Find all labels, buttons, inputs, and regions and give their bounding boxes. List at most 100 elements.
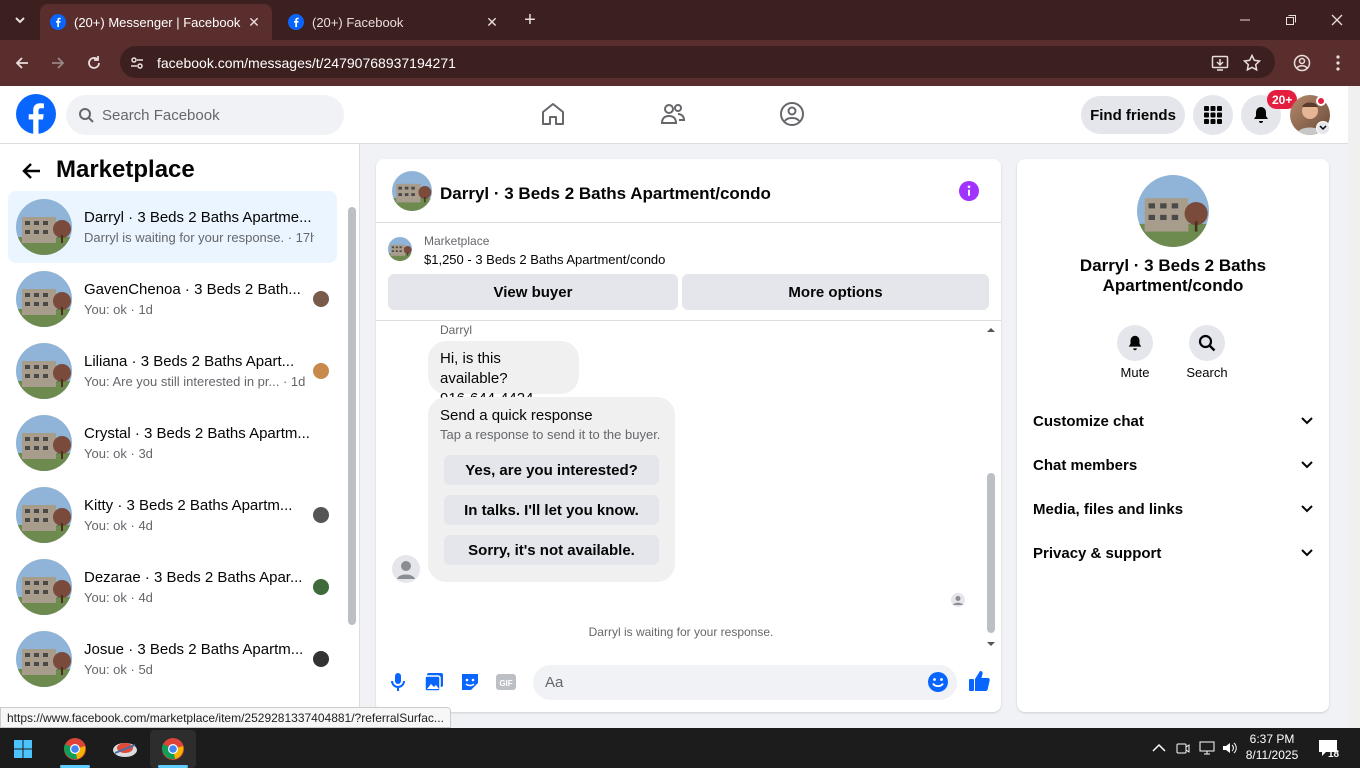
conversation-name: Kitty · 3 Beds 2 Baths Apartm...	[84, 497, 293, 514]
chat-scrollbar[interactable]	[986, 325, 996, 649]
quick-reply-not-available-button[interactable]: Sorry, it's not available.	[444, 535, 659, 565]
taskbar-app-icon[interactable]	[102, 730, 148, 768]
account-chevron-down-icon[interactable]	[1316, 121, 1330, 135]
taskbar-chrome-icon[interactable]	[52, 730, 98, 768]
conversation-item[interactable]: Crystal · 3 Beds 2 Baths Apartm... You: o…	[8, 407, 337, 479]
conversation-item[interactable]: Liliana · 3 Beds 2 Baths Apart... You: Ar…	[8, 335, 337, 407]
groups-icon[interactable]	[778, 100, 806, 128]
page-scrollbar[interactable]	[1348, 86, 1360, 728]
more-options-button[interactable]: More options	[682, 274, 989, 310]
conversation-item[interactable]: Dezarae · 3 Beds 2 Baths Apar... You: ok …	[8, 551, 337, 623]
message-compose-box[interactable]	[533, 665, 957, 700]
conversation-preview: You: Are you still interested in pr... ·…	[84, 374, 306, 389]
quick-reply-in-talks-button[interactable]: In talks. I'll let you know.	[444, 495, 659, 525]
sidebar-scrollbar[interactable]	[347, 195, 357, 625]
quick-response-subtitle: Tap a response to send it to the buyer.	[440, 427, 661, 442]
listing-thumbnail	[16, 199, 72, 255]
tray-chevron-up-icon[interactable]	[1151, 740, 1167, 756]
sticker-icon[interactable]	[459, 671, 481, 693]
install-app-icon[interactable]	[1210, 53, 1230, 73]
search-icon	[78, 107, 94, 123]
tab-title: (20+) Messenger | Facebook	[74, 14, 241, 30]
bookmark-star-icon[interactable]	[1242, 53, 1262, 73]
close-window-icon[interactable]	[1325, 8, 1349, 32]
browser-profile-icon[interactable]	[1292, 53, 1312, 73]
conversation-text: Liliana · 3 Beds 2 Baths Apart... You: Ar…	[84, 353, 314, 389]
chevron-down-icon	[1301, 417, 1313, 425]
taskbar-chrome-active-icon[interactable]	[150, 730, 196, 768]
chat-title[interactable]: Darryl · 3 Beds 2 Baths Apartment/condo	[440, 184, 771, 204]
chat-details-panel: Darryl · 3 Beds 2 Baths Apartment/condo …	[1017, 159, 1329, 712]
close-tab-icon[interactable]: ✕	[484, 14, 500, 30]
search-label[interactable]: Search	[1177, 365, 1237, 380]
taskbar-clock[interactable]: 6:37 PM 8/11/2025	[1236, 731, 1308, 763]
facebook-search-box[interactable]	[66, 95, 344, 135]
emoji-icon[interactable]	[927, 671, 949, 693]
waiting-status: Darryl is waiting for your response.	[588, 625, 774, 639]
menu-grid-icon[interactable]	[1193, 95, 1233, 135]
network-icon[interactable]	[1199, 740, 1215, 756]
conversation-item[interactable]: Darryl · 3 Beds 2 Baths Apartme... Darryl…	[8, 191, 337, 263]
row-label: Media, files and links	[1033, 500, 1184, 518]
forward-icon[interactable]	[46, 51, 70, 75]
find-friends-button[interactable]: Find friends	[1081, 96, 1185, 134]
listing-photo[interactable]	[1137, 175, 1209, 247]
sidebar-title: Marketplace	[56, 156, 195, 183]
new-tab-plus-icon[interactable]: +	[518, 8, 542, 32]
listing-thumbnail[interactable]	[392, 171, 432, 211]
friends-icon[interactable]	[659, 100, 687, 128]
message-bubble[interactable]: Hi, is this available? 916-644-4424	[428, 341, 579, 407]
message-input[interactable]	[545, 674, 905, 691]
conversation-text: Kitty · 3 Beds 2 Baths Apartm... You: ok …	[84, 497, 314, 533]
search-input[interactable]	[102, 106, 322, 124]
back-icon[interactable]	[10, 51, 34, 75]
chat-members-row[interactable]: Chat members	[1033, 445, 1313, 485]
buyer-avatar	[313, 579, 329, 595]
tab-search-chevron-icon[interactable]	[8, 8, 32, 32]
listing-thumbnail-small[interactable]	[388, 237, 412, 261]
home-icon[interactable]	[539, 100, 567, 128]
gif-icon[interactable]: GIF	[495, 671, 517, 693]
quick-reply-yes-button[interactable]: Yes, are you interested?	[444, 455, 659, 485]
search-conversation-icon[interactable]	[1189, 325, 1225, 361]
close-tab-icon[interactable]: ✕	[246, 14, 262, 30]
sender-name: Darryl	[440, 323, 472, 337]
listing-price-title[interactable]: $1,250 - 3 Beds 2 Baths Apartment/condo	[424, 252, 665, 267]
conversation-item[interactable]: Kitty · 3 Beds 2 Baths Apartm... You: ok …	[8, 479, 337, 551]
privacy-support-row[interactable]: Privacy & support	[1033, 533, 1313, 573]
conversation-item[interactable]: GavenChenoa · 3 Beds 2 Bath... You: ok · …	[8, 263, 337, 335]
conversation-info-icon[interactable]	[959, 181, 979, 201]
conversation-preview: Darryl is waiting for your response. · 1…	[84, 230, 314, 245]
microphone-icon[interactable]	[387, 671, 409, 693]
view-buyer-button[interactable]: View buyer	[388, 274, 678, 310]
thumbs-up-like-icon[interactable]	[967, 669, 991, 693]
tray-device-icon[interactable]	[1175, 740, 1191, 756]
browser-tab-messenger[interactable]: (20+) Messenger | Facebook ✕	[40, 4, 272, 40]
conversation-item[interactable]: Josue · 3 Beds 2 Baths Apartm... You: ok …	[8, 623, 337, 695]
browser-menu-kebab-icon[interactable]	[1330, 53, 1346, 73]
mute-label[interactable]: Mute	[1105, 365, 1165, 380]
windows-start-icon[interactable]	[14, 740, 32, 758]
sender-avatar-icon[interactable]	[392, 555, 420, 583]
listing-thumbnail	[16, 343, 72, 399]
browser-tab-facebook[interactable]: (20+) Facebook ✕	[278, 4, 510, 40]
restore-icon[interactable]	[1279, 8, 1303, 32]
media-files-links-row[interactable]: Media, files and links	[1033, 489, 1313, 529]
facebook-favicon-icon	[50, 14, 66, 30]
message-line: Hi, is this available?	[440, 350, 508, 387]
chevron-down-icon	[1301, 461, 1313, 469]
reload-icon[interactable]	[82, 51, 106, 75]
back-arrow-icon[interactable]	[20, 159, 44, 183]
presence-dot	[1316, 96, 1326, 106]
mute-bell-icon[interactable]	[1117, 325, 1153, 361]
chevron-down-icon	[1301, 549, 1313, 557]
buyer-avatar	[313, 507, 329, 523]
minimize-icon[interactable]	[1233, 8, 1257, 32]
facebook-logo-icon[interactable]	[16, 94, 56, 134]
listing-thumbnail	[16, 631, 72, 687]
photo-attach-icon[interactable]	[423, 671, 445, 693]
site-info-icon[interactable]	[128, 54, 146, 72]
url-text[interactable]: facebook.com/messages/t/2479076893719427…	[157, 55, 456, 71]
customize-chat-row[interactable]: Customize chat	[1033, 401, 1313, 441]
listing-thumbnail	[16, 271, 72, 327]
